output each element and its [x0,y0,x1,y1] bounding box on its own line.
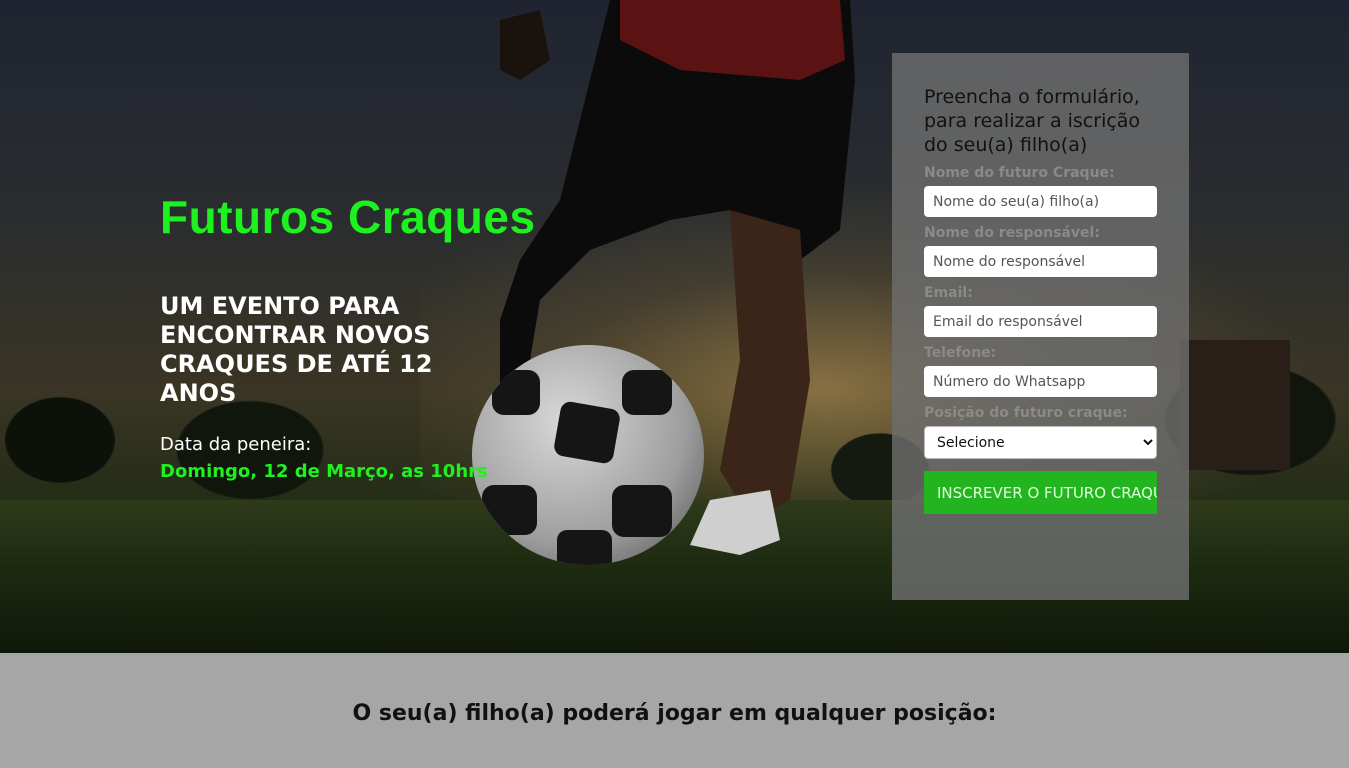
page-title: Futuros Craques [160,191,536,243]
tryout-date-value: Domingo, 12 de Março, as 10hrs [160,461,488,482]
tryout-date-label: Data da peneira: [160,434,312,455]
child-name-label: Nome do futuro Craque: [924,165,1115,181]
registration-form: Preencha o formulário, para realizar a i… [892,53,1189,600]
guardian-name-label: Nome do responsável: [924,225,1100,241]
email-label: Email: [924,285,973,301]
position-select[interactable]: Selecione [924,426,1157,459]
phone-label: Telefone: [924,345,997,361]
hero-section: Futuros Craques UM EVENTO PARA ENCONTRAR… [0,0,1349,653]
guardian-name-input[interactable] [924,246,1157,277]
register-button[interactable]: INSCREVER O FUTURO CRAQUE [924,471,1157,514]
phone-input[interactable] [924,366,1157,397]
hero-text: Futuros Craques UM EVENTO PARA ENCONTRAR… [160,190,536,482]
child-name-input[interactable] [924,186,1157,217]
event-subtitle: UM EVENTO PARA ENCONTRAR NOVOS CRAQUES D… [160,292,433,407]
email-input[interactable] [924,306,1157,337]
background-house [1180,340,1290,470]
form-intro: Preencha o formulário, para realizar a i… [924,86,1141,156]
position-label: Posição do futuro craque: [924,405,1128,421]
positions-heading: O seu(a) filho(a) poderá jogar em qualqu… [352,701,997,726]
positions-section: O seu(a) filho(a) poderá jogar em qualqu… [0,653,1349,768]
